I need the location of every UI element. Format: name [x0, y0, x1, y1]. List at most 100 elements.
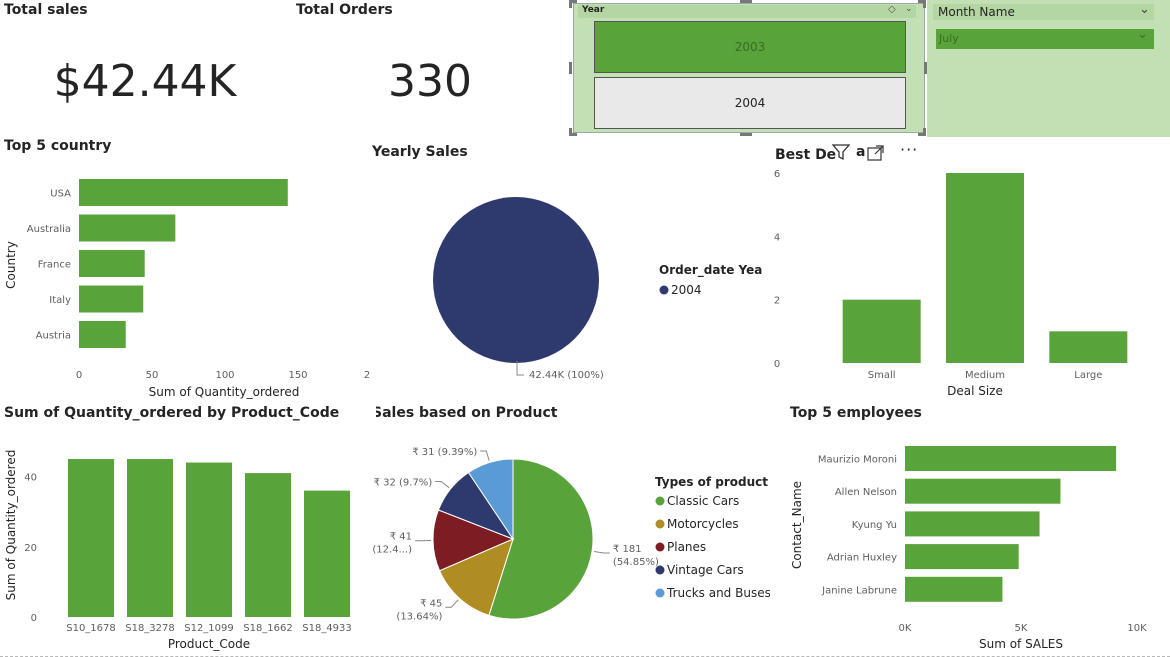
category-label: Janine Labrune [821, 585, 897, 596]
month-slicer-title: Month Name [938, 5, 1015, 19]
month-slicer[interactable]: Month Name ⌄ July ⌄ [927, 0, 1170, 137]
bar [68, 459, 114, 617]
resize-handle[interactable] [918, 0, 926, 8]
employees-title: Top 5 employees [790, 405, 922, 421]
resize-handle[interactable] [740, 0, 752, 3]
legend-title: Order_date Year [659, 263, 762, 278]
tick-label: 20 [24, 543, 37, 554]
bar [905, 446, 1117, 471]
tick-label: 0K [899, 623, 912, 634]
bar [842, 299, 921, 363]
data-label: (12.4...) [372, 545, 412, 556]
y-axis-title: Contact_Name [790, 481, 804, 569]
dealsize-chart: 0 2 4 6 Small Medium Large Deal Size [774, 169, 1128, 398]
tick-label: 0 [31, 613, 37, 624]
year-slicer-header [578, 5, 916, 18]
bar [1049, 331, 1128, 363]
legend-item: Planes [667, 540, 706, 554]
leader-line [593, 550, 610, 554]
legend-marker [655, 565, 665, 575]
data-label: ₹ 32 (9.7%) [374, 477, 433, 488]
yearly-sales-title: Yearly Sales [372, 144, 468, 160]
tick-label: 150 [288, 370, 307, 381]
bar [304, 490, 350, 617]
legend-marker [655, 588, 665, 598]
data-label: (54.85%) [613, 557, 659, 568]
x-axis-title: Sum of SALES [979, 637, 1063, 651]
tick-label: 2 [364, 370, 370, 381]
data-label: ₹ 181 [613, 544, 642, 555]
category-label: Allen Nelson [835, 487, 897, 498]
category-label: France [38, 260, 71, 271]
legend-marker [655, 542, 665, 552]
category-label: Small [868, 370, 896, 381]
category-label: S18_1662 [243, 623, 293, 634]
bar [79, 285, 144, 313]
productcode-title: Sum of Quantity_ordered by Product_Code [4, 405, 340, 421]
data-label: (13.64%) [396, 611, 442, 622]
category-label: S10_1678 [66, 623, 116, 634]
tick-label: 0 [76, 370, 82, 381]
year-option-2003[interactable]: 2003 [594, 21, 906, 73]
category-label: USA [50, 189, 71, 200]
legend-item: 2004 [671, 283, 702, 297]
month-dropdown-value: July [939, 32, 959, 45]
resize-handle[interactable] [569, 128, 577, 136]
productcode-chart: 0 20 40 S10_1678 S18_3278 S12_1099 S18_1662 S18… [4, 450, 352, 651]
product-title-clip: Sales based on Product [376, 405, 576, 425]
tick-label: 100 [215, 370, 234, 381]
category-label: S18_3278 [125, 623, 175, 634]
resize-handle[interactable] [740, 133, 752, 136]
chevron-down-icon: ⌄ [1137, 27, 1148, 42]
resize-handle[interactable] [569, 62, 572, 74]
top5country-chart: USA Australia France Italy Austria 0 50 100 150 2… [4, 179, 370, 399]
category-label: Medium [965, 370, 1005, 381]
y-axis-title: Sum of Quantity_ordered [4, 450, 18, 601]
chevron-down-icon[interactable]: ⌄ [905, 4, 913, 14]
leader-line [480, 450, 490, 461]
x-axis-title: Product_Code [168, 637, 250, 651]
bar [245, 473, 291, 617]
x-axis-title: Sum of Quantity_ordered [149, 385, 300, 399]
tick-label: 2 [774, 296, 780, 307]
category-label: S18_4933 [302, 623, 352, 634]
data-label: 42.44K (100%) [529, 370, 604, 381]
category-label: Kyung Yu [852, 520, 897, 531]
bar [79, 250, 145, 277]
legend-item: Trucks and Buses [666, 586, 770, 600]
legend-marker [659, 285, 669, 295]
bar [79, 321, 126, 348]
resize-handle[interactable] [918, 128, 926, 136]
month-dropdown[interactable]: July ⌄ [936, 27, 1154, 49]
y-axis-title: Country [4, 241, 18, 289]
year-slicer[interactable]: Year ◇ ⌄ 2003 2004 [573, 3, 925, 133]
more-options-icon[interactable]: ··· [900, 140, 918, 159]
data-label: ₹ 45 [420, 598, 442, 609]
chevron-down-icon[interactable]: ⌄ [1139, 2, 1150, 17]
year-option-label: 2003 [734, 40, 766, 54]
leader-line [435, 480, 450, 489]
bar [905, 478, 1061, 504]
category-label: Large [1074, 370, 1102, 381]
legend-item: Classic Cars [667, 494, 739, 508]
year-option-label: 2004 [734, 96, 766, 110]
category-label: Adrian Huxley [827, 553, 897, 564]
total-orders-title: Total Orders [296, 2, 393, 18]
category-label: Australia [27, 224, 71, 235]
tick-label: 50 [146, 370, 159, 381]
bar [186, 462, 232, 617]
bar [79, 179, 288, 206]
eraser-icon[interactable]: ◇ [888, 4, 896, 15]
resize-handle[interactable] [569, 0, 577, 8]
bar [127, 459, 173, 617]
category-label: Austria [36, 331, 71, 342]
tick-label: 5K [1015, 623, 1028, 634]
leader-line [445, 599, 459, 608]
product-chart: ₹ 181 (54.85%) ₹ 45 (13.64%) ₹ 41 (12.4...) ₹ … [372, 447, 770, 622]
bar [905, 576, 1003, 602]
total-sales-value: $42.44K [53, 56, 237, 107]
year-slicer-title: Year [582, 5, 605, 15]
total-sales-title: Total sales [4, 2, 88, 18]
bar [905, 544, 1019, 570]
year-option-2004[interactable]: 2004 [594, 77, 906, 129]
